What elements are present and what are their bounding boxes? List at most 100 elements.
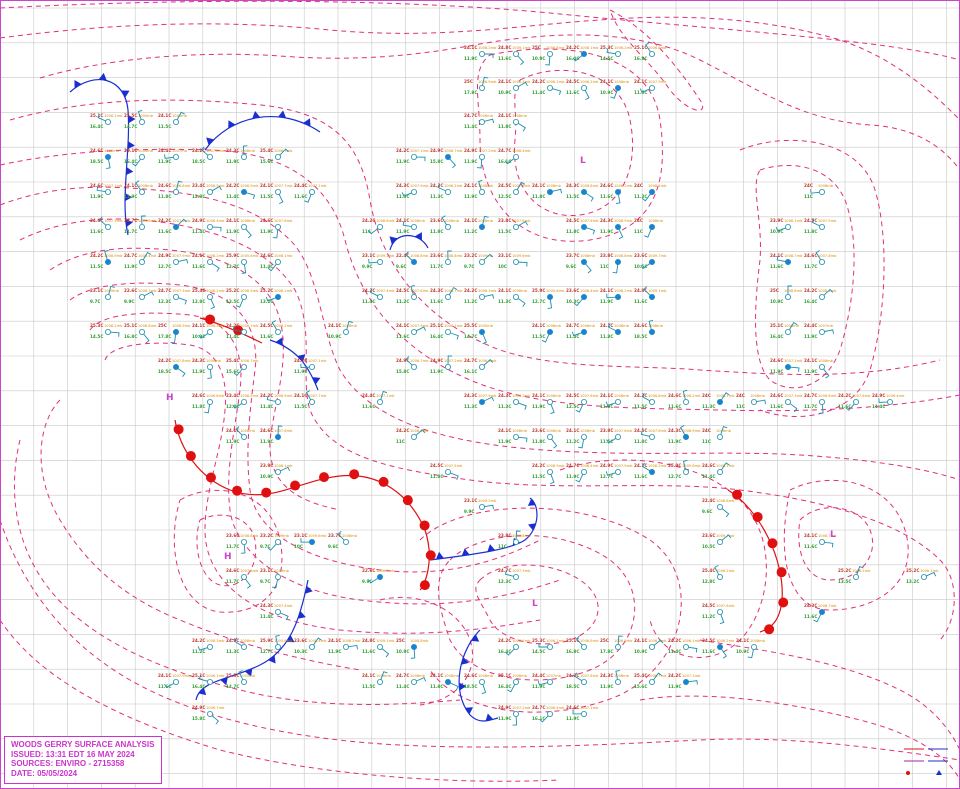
station-plot[interactable]: 23.1C 1009.6mb 10C bbox=[498, 253, 531, 269]
station-plot[interactable]: 24.5C 1007.6mb 12.5C bbox=[566, 393, 599, 413]
station-plot[interactable]: 24.4C 1007mb 11.9C bbox=[804, 323, 835, 339]
station-plot[interactable]: 24.5C 1007.6mb 11.8C bbox=[634, 428, 667, 444]
station-plot[interactable]: 25.2C 1006.5mb 13.5C bbox=[838, 566, 871, 584]
station-plot[interactable]: 24C 1008mb 11C bbox=[736, 393, 766, 409]
station-plot[interactable]: 23.7C 1008mb9.6C bbox=[566, 253, 596, 274]
station-plot[interactable]: 25C 1008.8mb 10.9C bbox=[396, 638, 429, 659]
station-plot[interactable]: 23.8C 1007.6mb11.5C bbox=[498, 218, 531, 234]
station-plot[interactable]: 25.2C 1006.5mb 13.5C bbox=[226, 288, 259, 308]
station-plot[interactable]: 24.6C 1007.3mb 11.6C bbox=[90, 216, 123, 234]
station-plot[interactable]: 24.7C 1007.3mb 12.3C bbox=[498, 568, 531, 584]
station-plot[interactable]: 24.6C 1007.1mb 11.9C bbox=[566, 705, 599, 721]
station-plot[interactable]: 24.1C 1008mb 10.9C bbox=[328, 320, 358, 339]
station-plot[interactable]: 24.2C 1008.3mb 11.2C bbox=[192, 638, 225, 654]
station-plot[interactable]: 24.3C 1008.7mb 11.6C bbox=[804, 603, 837, 623]
station-plot[interactable]: 24.2C 1007.8mb 18.5C bbox=[566, 672, 599, 689]
station-plot[interactable]: 24.6C 1006.2mb11.6C bbox=[668, 389, 701, 409]
station-plot[interactable]: 24C 1008mb 11C bbox=[634, 218, 664, 238]
station-plot[interactable]: 24.3C 1006.8mb 11.5C bbox=[566, 183, 599, 202]
station-plot[interactable]: 24.1C 1008mb11.9C bbox=[124, 180, 154, 199]
station-plot[interactable]: 24C 1008.1mb 11.3C bbox=[702, 392, 735, 409]
station-plot[interactable]: 23.7C 1008mb9.6C bbox=[328, 530, 358, 549]
station-plot[interactable]: 24.6C 1007.1mb 11.9C bbox=[770, 358, 803, 374]
station-plot[interactable]: 23.1C 1009.2mb 9.9C bbox=[464, 498, 497, 514]
station-plot[interactable]: 24.3C 1008mb11.9C bbox=[192, 358, 222, 379]
station-plot[interactable]: 24.6C 1008mb18.5C bbox=[634, 319, 664, 339]
station-plot[interactable]: 24.2C 1008.1mb16.4C bbox=[498, 638, 531, 656]
station-plot[interactable]: 24C 1008.1mb 11.3C bbox=[634, 183, 667, 202]
station-plot[interactable]: 25.4C 1006.2mb 12.8C bbox=[192, 288, 225, 310]
station-plot[interactable]: 23.4C 1008.5mb12.8C bbox=[192, 183, 225, 199]
station-plot[interactable]: 24.3C 1008.7mb 11.6C bbox=[430, 286, 463, 304]
station-plot[interactable]: 25.9C 1005.6mb 12.7C bbox=[226, 253, 259, 274]
station-plot[interactable]: 24.8C 1009.1mb 11.6C bbox=[362, 638, 395, 658]
station-plot[interactable]: 23.6C 1008.8mb 11.7C bbox=[430, 250, 463, 269]
station-plot[interactable]: 23.6C 1008.4mb 10.3C bbox=[566, 288, 599, 307]
station-plot[interactable]: 24.7C 1006.4mb 16.1C bbox=[498, 148, 531, 165]
station-plot[interactable]: 24.4C 1007.1mb 11.6C bbox=[294, 183, 327, 203]
station-plot[interactable]: 24.6C 1007.8mb 11.7C bbox=[804, 250, 837, 269]
station-plot[interactable]: 24.3C 1007.9mb11.3C bbox=[396, 183, 429, 199]
station-plot[interactable]: 24.1C 1006.3mb10.9C bbox=[192, 323, 225, 339]
station-plot[interactable]: 24.2C 1008.3mb 11.2C bbox=[464, 288, 497, 304]
station-plot[interactable]: 25.1C 1006mb16.4C bbox=[124, 148, 154, 167]
station-plot[interactable]: 24.1C 1007.7mb 11.5C bbox=[294, 390, 327, 409]
station-plot[interactable]: 22.6C 1008.7mb 9.9C bbox=[124, 288, 157, 304]
station-plot[interactable]: 24.2C 1008.1mb16.4C bbox=[804, 288, 837, 304]
station-plot[interactable]: 24.2C 1008.1mb16.4C bbox=[566, 45, 599, 62]
station-plot[interactable]: 24.1C 1006mb11.5C bbox=[532, 323, 562, 343]
station-plot[interactable]: 24.6C 1007.6mb 11.9C bbox=[260, 425, 293, 444]
station-plot[interactable]: 24.1C 1008mb 10.9C bbox=[736, 638, 766, 659]
station-plot[interactable]: 25.1C 1006mb16.4C bbox=[770, 322, 800, 339]
station-plot[interactable]: 24.7C 1006.8mb 11.7C bbox=[804, 393, 837, 414]
station-plot[interactable]: 25.1C 1006.8mb16.8C bbox=[124, 323, 157, 344]
station-plot[interactable]: 24.5C 1006.2mb 11.6C bbox=[260, 320, 293, 339]
station-plot[interactable]: 24.5C 1007.6mb 12.5C bbox=[498, 181, 531, 199]
station-plot[interactable]: 24.3C 1007.4mb 11.4C bbox=[362, 288, 395, 304]
station-plot[interactable]: 24.7C 1008.4mb 11.9C bbox=[566, 463, 599, 483]
station-plot[interactable]: 24.7C 1006mb 11.4C bbox=[464, 113, 495, 129]
station-plot[interactable]: 24.1C 1008mb11.9C bbox=[464, 179, 494, 199]
station-plot[interactable]: 24.5C 1007.5mb 11.8C bbox=[804, 218, 837, 234]
station-plot[interactable]: 24.1C 1008mb11.9C bbox=[804, 358, 834, 379]
station-plot[interactable]: 25C 1006.9mb 17.8C bbox=[600, 635, 633, 654]
station-plot[interactable]: 25.1C 1006.1mb 16.4C bbox=[90, 113, 123, 129]
station-plot[interactable]: 24.1C 1008.2mb 11.6C bbox=[192, 253, 225, 272]
station-plot[interactable]: 24.6C 1006.8mb 11.8C bbox=[158, 180, 191, 199]
station-plot[interactable]: 25.5C 1005mb 14.7C bbox=[226, 669, 256, 689]
station-plot[interactable]: 24.3C 1008mb11.9C bbox=[600, 669, 630, 689]
station-plot[interactable]: 24.2C 1008.9mb11.5C bbox=[90, 249, 123, 269]
station-plot[interactable]: 24.7C 1006mb 11.4C bbox=[396, 673, 427, 689]
station-plot[interactable]: 24.4C 1007.1mb 11.6C bbox=[362, 390, 395, 409]
station-plot[interactable]: 25.2C 1006.1mb 13.2C bbox=[906, 568, 939, 584]
station-plot[interactable]: 24.1C 1006mb11.5C bbox=[158, 111, 188, 129]
station-plot[interactable]: 23.2C 1009mb9.7C bbox=[464, 253, 494, 269]
station-plot[interactable]: 23.6C 1008mb 11.8C bbox=[532, 428, 562, 449]
station-plot[interactable]: 24.5C 1007.6mb11.2C bbox=[396, 284, 429, 304]
station-plot[interactable]: 23.1C 1009mb 9.7C bbox=[90, 285, 120, 304]
station-plot[interactable]: 25.4C 1006.7mb15.6C bbox=[634, 672, 667, 689]
station-plot[interactable]: 24.7C 1007.3mb 12.3C bbox=[158, 288, 191, 305]
station-plot[interactable]: 24.2C 1006.9mb 11.4C bbox=[260, 393, 293, 409]
station-plot[interactable]: 24.5C 1007.6mb11.2C bbox=[702, 603, 735, 625]
station-plot[interactable]: 24.1C 1008.2mb 11.9C bbox=[328, 638, 361, 654]
station-plot[interactable]: 23.9C 1008.1mb 10.9C bbox=[260, 463, 293, 479]
station-plot[interactable]: 24.2C 1006.1mb 11.4C bbox=[668, 638, 701, 654]
station-plot[interactable]: 24.4C 1007mb 11.9C bbox=[158, 148, 188, 164]
station-plot[interactable]: 25.3C 1006.2mb 14.5C bbox=[532, 638, 565, 654]
station-plot[interactable]: 24.6C 1007.1mb 11.9C bbox=[90, 183, 123, 199]
station-plot[interactable]: 24.3C 1006.2mb 11.3C bbox=[498, 393, 531, 410]
station-plot[interactable]: 24.9C 1007.2mb 11.9C bbox=[464, 148, 497, 169]
station-plot[interactable]: 25.4C 1006.7mb15.6C bbox=[226, 358, 259, 377]
station-plot[interactable]: 25.1C 1006mb16.4C bbox=[498, 673, 528, 693]
station-plot[interactable]: 24.6C 1007.8mb 11.7C bbox=[226, 568, 259, 589]
station-plot[interactable]: 25.1C 1006.8mb16.8C bbox=[566, 635, 599, 654]
station-plot[interactable]: 23.8C 1007.6mb11.5C bbox=[600, 428, 633, 444]
station-plot[interactable]: 24.1C 1007.9mb 11.6C bbox=[396, 323, 429, 339]
station-plot[interactable]: 24.9C 1007.2mb 11.9C bbox=[498, 705, 531, 726]
station-plot[interactable]: 24.8C 1009.1mb 11.6C bbox=[498, 45, 531, 66]
station-plot[interactable]: 24.9C 1006.7mb 15.8C bbox=[430, 148, 463, 169]
station-plot[interactable]: 23.4C 1008.5mb12.8C bbox=[226, 393, 259, 409]
station-plot[interactable]: 24.1C 1008.2mb 11.9C bbox=[600, 288, 633, 304]
station-plot[interactable]: 24.6C 1008mb18.5C bbox=[464, 673, 494, 695]
